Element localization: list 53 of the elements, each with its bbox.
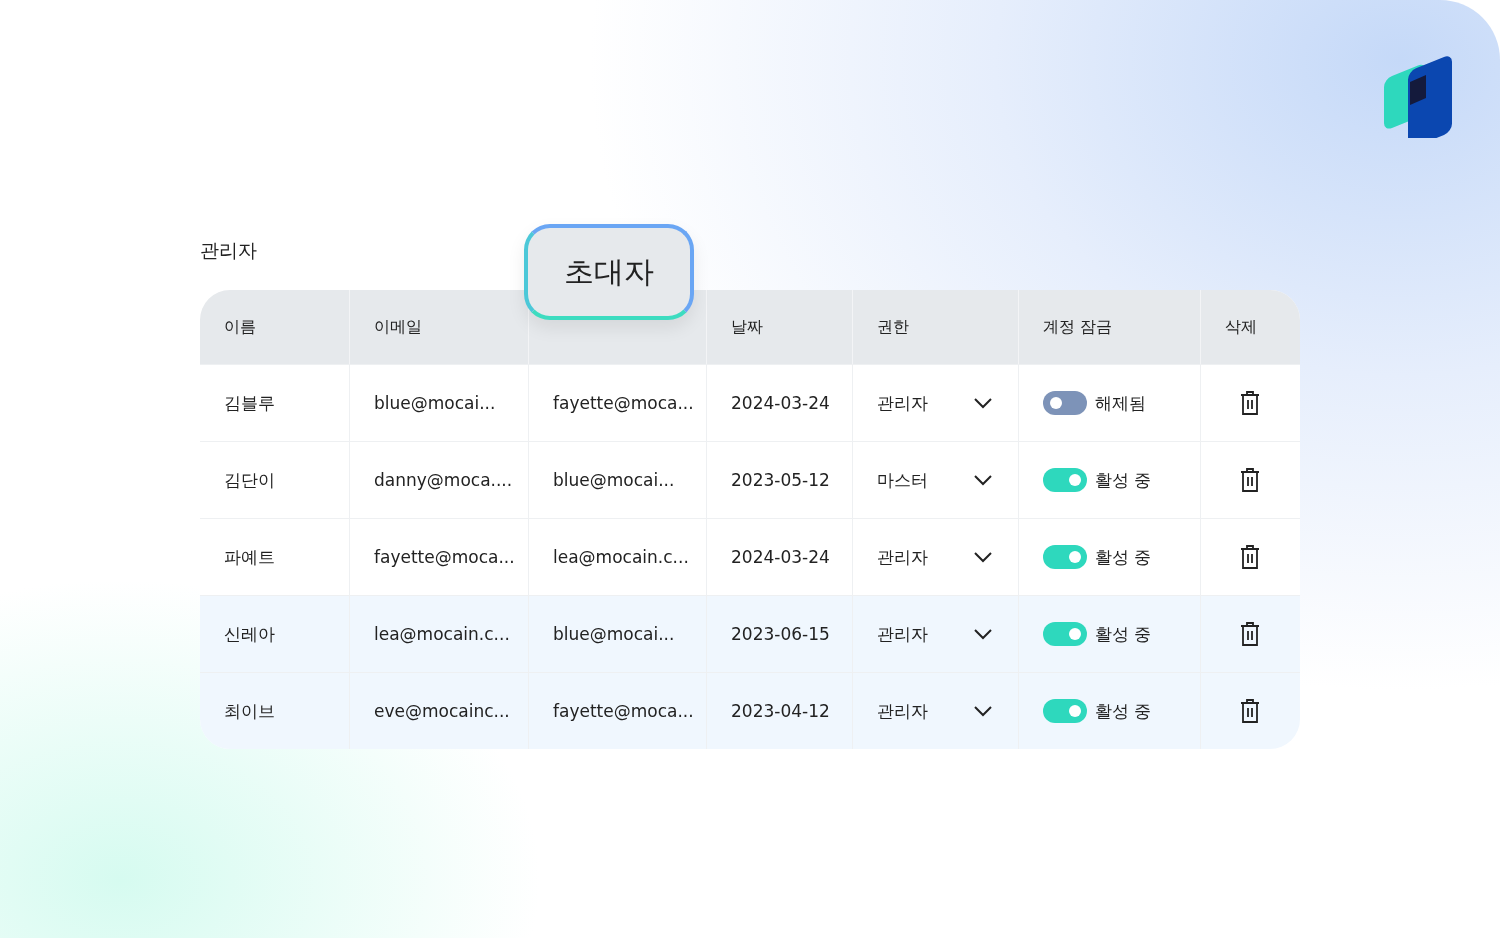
lock-status: 활성 중 xyxy=(1095,468,1152,492)
role-dropdown[interactable]: 관리자 xyxy=(877,545,993,569)
email-cell: blue@mocai... xyxy=(374,393,496,413)
delete-icon[interactable] xyxy=(1239,544,1261,570)
chevron-down-icon xyxy=(973,397,993,409)
column-header: 계정 잠금 xyxy=(1043,316,1113,338)
date-cell: 2023-06-15 xyxy=(731,624,830,644)
column-header: 권한 xyxy=(877,316,909,338)
name-cell: 김단이 xyxy=(224,468,275,492)
chevron-down-icon xyxy=(973,705,993,717)
email-cell: fayette@moca... xyxy=(374,547,515,567)
column-header: 날짜 xyxy=(731,316,763,338)
column-header: 이름 xyxy=(224,316,256,338)
lock-status: 활성 중 xyxy=(1095,622,1152,646)
inviter-cell: fayette@moca... xyxy=(553,393,694,413)
toggle-switch[interactable] xyxy=(1043,699,1087,723)
lock-status: 활성 중 xyxy=(1095,699,1152,723)
chevron-down-icon xyxy=(973,551,993,563)
role-dropdown[interactable]: 관리자 xyxy=(877,391,993,415)
chevron-down-icon xyxy=(973,628,993,640)
name-cell: 파예트 xyxy=(224,545,275,569)
role-dropdown[interactable]: 마스터 xyxy=(877,468,993,492)
lock-status: 해제됨 xyxy=(1095,391,1146,415)
delete-icon[interactable] xyxy=(1239,698,1261,724)
toggle-switch[interactable] xyxy=(1043,468,1087,492)
date-cell: 2024-03-24 xyxy=(731,393,830,413)
chevron-down-icon xyxy=(973,474,993,486)
name-cell: 최이브 xyxy=(224,699,275,723)
name-cell: 김블루 xyxy=(224,391,275,415)
toggle-switch[interactable] xyxy=(1043,391,1087,415)
column-header: 이메일 xyxy=(374,316,422,338)
email-cell: danny@moca.... xyxy=(374,470,513,490)
delete-icon[interactable] xyxy=(1239,621,1261,647)
name-cell: 신레아 xyxy=(224,622,275,646)
date-cell: 2023-04-12 xyxy=(731,701,830,721)
toggle-switch[interactable] xyxy=(1043,545,1087,569)
inviter-cell: blue@mocai... xyxy=(553,624,675,644)
delete-icon[interactable] xyxy=(1239,467,1261,493)
column-header: 삭제 xyxy=(1225,316,1257,338)
column-header-badge: 초대자 xyxy=(524,224,694,320)
date-cell: 2024-03-24 xyxy=(731,547,830,567)
inviter-cell: blue@mocai... xyxy=(553,470,675,490)
role-dropdown[interactable]: 관리자 xyxy=(877,699,993,723)
email-cell: lea@mocain.c... xyxy=(374,624,510,644)
lock-status: 활성 중 xyxy=(1095,545,1152,569)
inviter-cell: lea@mocain.c... xyxy=(553,547,689,567)
toggle-switch[interactable] xyxy=(1043,622,1087,646)
date-cell: 2023-05-12 xyxy=(731,470,830,490)
role-dropdown[interactable]: 관리자 xyxy=(877,622,993,646)
section-title: 관리자 xyxy=(200,238,258,263)
delete-icon[interactable] xyxy=(1239,390,1261,416)
email-cell: eve@mocainc... xyxy=(374,701,510,721)
inviter-cell: fayette@moca... xyxy=(553,701,694,721)
